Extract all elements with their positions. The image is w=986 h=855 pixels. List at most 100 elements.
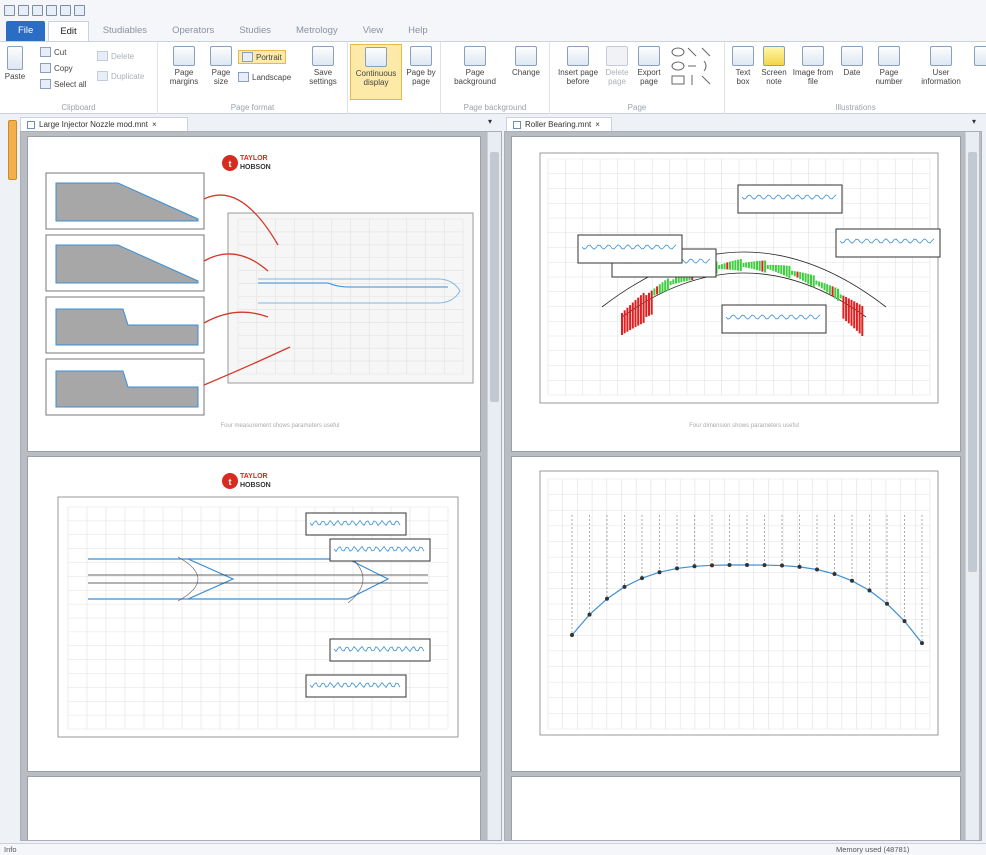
pane-scroll-left-icon[interactable]: ▾ bbox=[488, 117, 492, 126]
landscape-button[interactable]: Landscape bbox=[238, 72, 291, 82]
export-page-label: Export page bbox=[637, 68, 661, 86]
duplicate-label: Duplicate bbox=[111, 71, 145, 81]
date-label: Date bbox=[843, 68, 861, 77]
page-r1-canvas: Four dimension shows parameters useful bbox=[539, 152, 941, 429]
left-scroll-thumb[interactable] bbox=[490, 152, 499, 402]
insert-page-before-button[interactable]: Insert page before bbox=[556, 46, 600, 86]
close-icon[interactable]: × bbox=[152, 120, 157, 129]
line-shape-icon[interactable] bbox=[687, 47, 697, 57]
logo-text-2b: HOBSON bbox=[240, 482, 271, 489]
page-number-label: Page number bbox=[875, 68, 903, 86]
page-format-group-label: Page format bbox=[230, 103, 275, 112]
tab-edit[interactable]: Edit bbox=[48, 21, 89, 41]
logo-text-1b: TAYLOR bbox=[240, 473, 268, 480]
tab-view[interactable]: View bbox=[352, 21, 394, 41]
measure-point bbox=[797, 564, 802, 569]
insert-page-icon bbox=[567, 46, 589, 66]
copy-button[interactable]: Copy bbox=[40, 63, 73, 73]
cut-button[interactable]: Cut bbox=[40, 47, 66, 57]
paste-label: Paste bbox=[4, 72, 26, 81]
date-button[interactable]: Date bbox=[839, 46, 865, 77]
image-from-file-button[interactable]: Image from file bbox=[791, 46, 835, 86]
left-vertical-scrollbar[interactable] bbox=[487, 132, 501, 840]
page-background-group-label: Page background bbox=[463, 103, 527, 112]
right-vertical-scrollbar[interactable] bbox=[965, 132, 979, 840]
save-settings-button[interactable]: Save settings bbox=[304, 46, 342, 86]
page-group-label: Page bbox=[627, 103, 647, 112]
tab-file[interactable]: File bbox=[6, 21, 46, 41]
page-by-page-icon bbox=[410, 46, 432, 66]
page-r2-canvas bbox=[539, 470, 939, 736]
diag-shape-icon[interactable] bbox=[701, 75, 711, 85]
select-all-label: Select all bbox=[54, 79, 87, 89]
tab-help[interactable]: Help bbox=[397, 21, 439, 41]
page-size-button[interactable]: Page size bbox=[208, 46, 234, 86]
status-bar: Info Memory used (48781) bbox=[0, 843, 986, 855]
copy-label: Copy bbox=[54, 63, 73, 73]
user-information-icon bbox=[930, 46, 952, 66]
inset-frame bbox=[329, 638, 431, 662]
doc-tab-right[interactable]: Roller Bearing.mnt × bbox=[506, 117, 612, 131]
more-illustrations-button[interactable] bbox=[971, 46, 986, 68]
tab-studiables[interactable]: Studiables bbox=[92, 21, 158, 41]
save-settings-label: Save settings bbox=[309, 68, 337, 86]
new-file-icon[interactable] bbox=[4, 4, 15, 16]
page-size-label: Page size bbox=[211, 68, 231, 86]
page-margins-button[interactable]: Page margins bbox=[166, 46, 202, 86]
landscape-icon bbox=[238, 72, 249, 82]
user-information-button[interactable]: User information bbox=[913, 46, 969, 86]
page-r1: Four dimension shows parameters useful bbox=[511, 136, 961, 452]
open-icon[interactable] bbox=[18, 4, 29, 16]
page-1: t TAYLOR HOBSON Four measurement shows p… bbox=[27, 136, 481, 452]
inset-frame bbox=[305, 674, 407, 698]
page-r2 bbox=[511, 456, 961, 772]
tab-studies[interactable]: Studies bbox=[228, 21, 282, 41]
page-background-label: Page background bbox=[454, 68, 496, 86]
close-icon[interactable]: × bbox=[595, 120, 600, 129]
save-icon[interactable] bbox=[32, 4, 43, 16]
delete-button[interactable]: Delete bbox=[97, 51, 134, 61]
shapes-gallery[interactable] bbox=[670, 46, 720, 90]
text-box-icon bbox=[732, 46, 754, 66]
paste-button[interactable]: Paste bbox=[4, 46, 26, 81]
pane-scroll-right-icon[interactable]: ▾ bbox=[972, 117, 976, 126]
text-box-button[interactable]: Text box bbox=[729, 46, 757, 86]
undo-icon[interactable] bbox=[46, 4, 57, 16]
save-settings-icon bbox=[312, 46, 334, 66]
caption-right: Four dimension shows parameters useful bbox=[689, 423, 799, 429]
continuous-display-icon bbox=[365, 47, 387, 67]
measure-point bbox=[605, 596, 609, 601]
taylor-hobson-logo: t TAYLOR HOBSON bbox=[222, 473, 271, 489]
screen-note-icon bbox=[763, 46, 785, 66]
ellipse-shape-icon[interactable] bbox=[671, 47, 685, 57]
right-scroll-thumb[interactable] bbox=[968, 152, 977, 572]
circle-shape-icon[interactable] bbox=[671, 61, 685, 71]
side-panel-tab[interactable] bbox=[8, 120, 17, 180]
tab-operators[interactable]: Operators bbox=[161, 21, 225, 41]
redo-icon[interactable] bbox=[60, 4, 71, 16]
text-box-label: Text box bbox=[735, 68, 751, 86]
continuous-display-button[interactable]: Continuous display bbox=[350, 44, 402, 100]
select-all-button[interactable]: Select all bbox=[40, 79, 86, 89]
tab-metrology[interactable]: Metrology bbox=[285, 21, 349, 41]
arrow-shape-icon[interactable] bbox=[701, 47, 711, 57]
portrait-button[interactable]: Portrait bbox=[238, 50, 286, 64]
delete-label: Delete bbox=[111, 51, 135, 61]
clipboard-group: Paste Cut Copy Select all Delete Duplica… bbox=[0, 42, 158, 114]
doc-tab-left[interactable]: Large Injector Nozzle mod.mnt × bbox=[20, 117, 188, 131]
curve-shape-icon[interactable] bbox=[703, 60, 707, 72]
rect-shape-icon[interactable] bbox=[671, 75, 685, 85]
logo-text-1: TAYLOR bbox=[240, 155, 268, 162]
caption-left: Four measurement shows parameters useful bbox=[220, 423, 339, 429]
change-button[interactable]: Change bbox=[507, 46, 545, 77]
duplicate-button[interactable]: Duplicate bbox=[97, 71, 144, 81]
page-background-button[interactable]: Page background bbox=[449, 46, 501, 86]
print-icon[interactable] bbox=[74, 4, 85, 16]
more-icon bbox=[974, 46, 986, 66]
delete-page-button[interactable]: Delete page bbox=[602, 46, 632, 86]
page-by-page-button[interactable]: Page by page bbox=[404, 46, 438, 86]
svg-text:t: t bbox=[229, 159, 232, 169]
page-number-button[interactable]: Page number bbox=[869, 46, 909, 86]
screen-note-button[interactable]: Screen note bbox=[759, 46, 789, 86]
export-page-button[interactable]: Export page bbox=[634, 46, 664, 86]
